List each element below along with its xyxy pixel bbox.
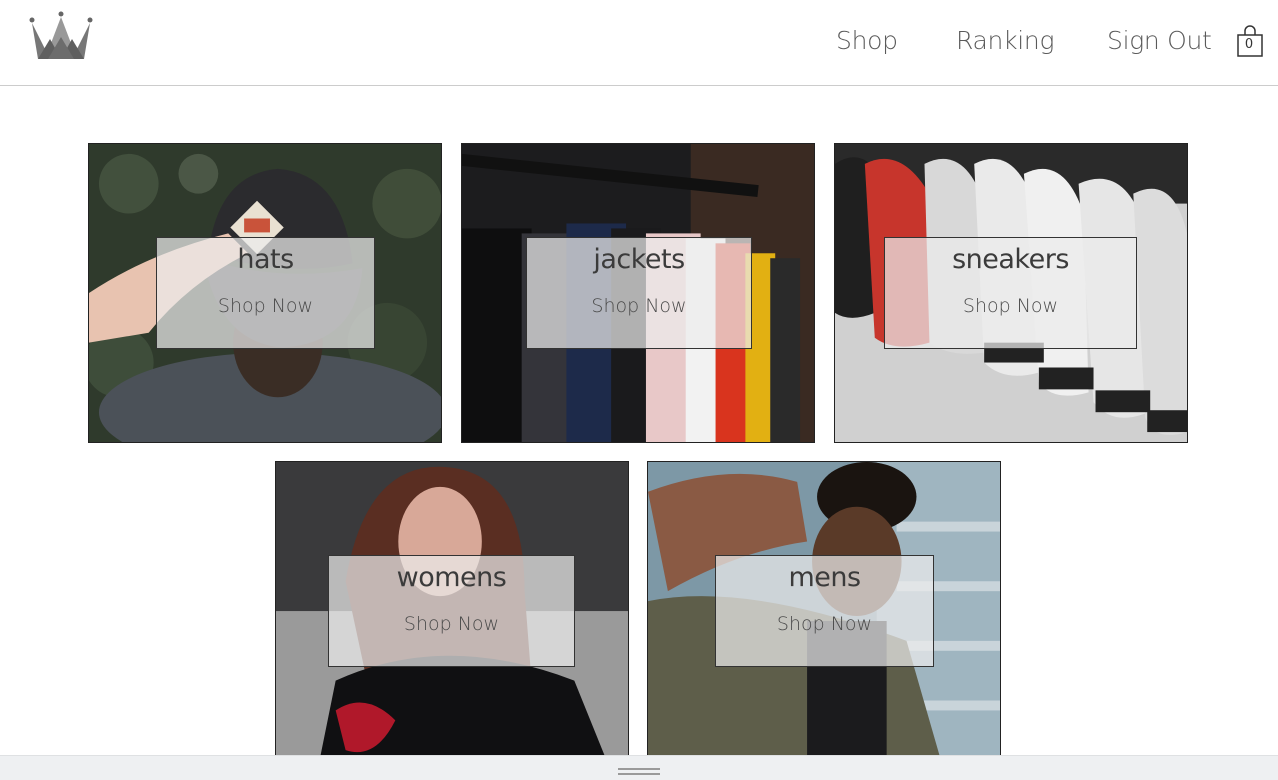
shop-now-link[interactable]: Shop Now xyxy=(885,295,1136,317)
category-title: mens xyxy=(788,562,861,593)
category-tile-womens[interactable]: womens Shop Now xyxy=(275,461,629,780)
resize-handle[interactable] xyxy=(618,768,660,775)
category-overlay-mens: mens Shop Now xyxy=(715,555,934,667)
top-nav-bar: Shop Ranking Sign Out 0 xyxy=(0,0,1278,86)
category-tile-mens[interactable]: mens Shop Now xyxy=(647,461,1001,780)
crown-icon[interactable] xyxy=(28,11,94,61)
grip-line xyxy=(618,768,660,770)
bottom-panel-bar xyxy=(0,755,1278,780)
shop-now-link[interactable]: Shop Now xyxy=(329,613,574,635)
shop-now-link[interactable]: Shop Now xyxy=(527,295,751,317)
category-title: hats xyxy=(237,244,294,275)
nav-link-ranking[interactable]: Ranking xyxy=(956,26,1054,55)
shop-now-link[interactable]: Shop Now xyxy=(157,295,374,317)
nav-link-sign-out[interactable]: Sign Out xyxy=(1107,26,1212,55)
category-overlay-sneakers: sneakers Shop Now xyxy=(884,237,1137,349)
category-tile-hats[interactable]: hats Shop Now xyxy=(88,143,442,443)
cart-button[interactable]: 0 xyxy=(1236,25,1264,58)
category-title: womens xyxy=(396,562,507,593)
shop-now-link[interactable]: Shop Now xyxy=(716,613,933,635)
grip-line xyxy=(618,773,660,775)
category-tile-sneakers[interactable]: sneakers Shop Now xyxy=(834,143,1188,443)
category-tile-jackets[interactable]: jackets Shop Now xyxy=(461,143,815,443)
nav-link-shop[interactable]: Shop xyxy=(836,26,898,55)
category-overlay-womens: womens Shop Now xyxy=(328,555,575,667)
category-overlay-jackets: jackets Shop Now xyxy=(526,237,752,349)
cart-count-badge: 0 xyxy=(1244,37,1254,52)
category-overlay-hats: hats Shop Now xyxy=(156,237,375,349)
category-title: sneakers xyxy=(952,244,1069,275)
category-title: jackets xyxy=(593,244,685,275)
